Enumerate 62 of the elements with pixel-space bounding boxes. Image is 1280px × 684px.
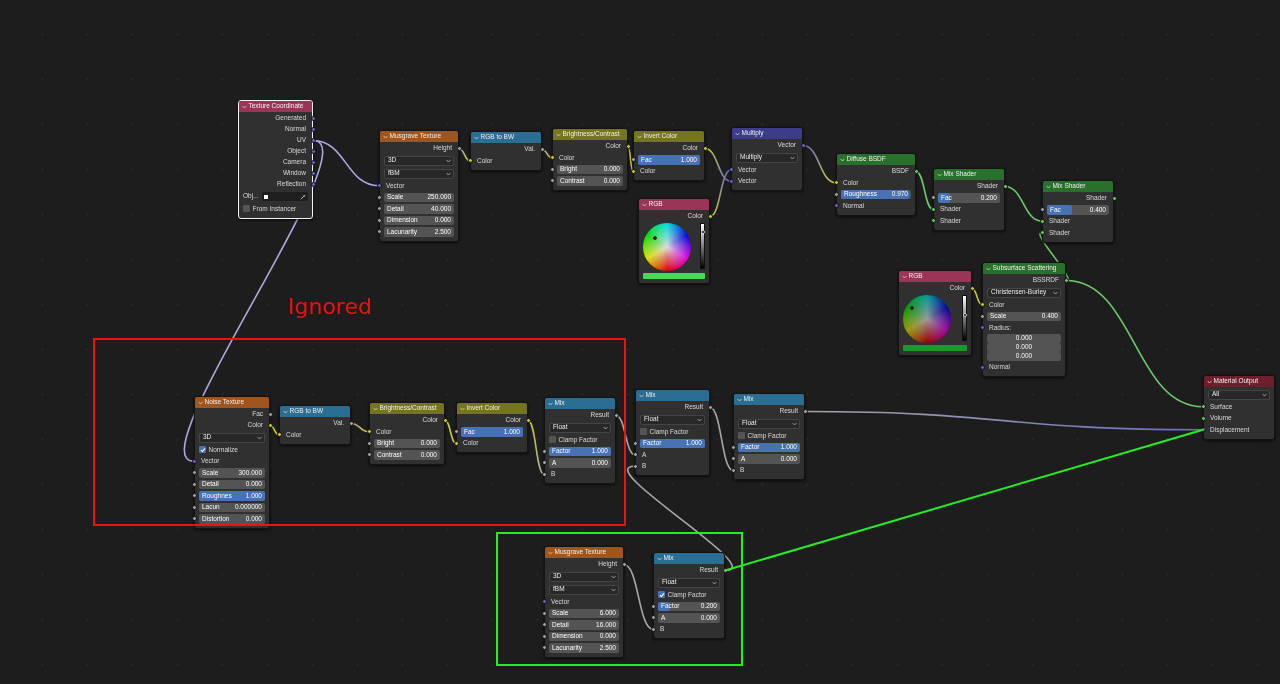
checkbox[interactable] [640,428,647,436]
color-swatch[interactable] [903,345,967,351]
color-wheel[interactable] [903,295,951,343]
chevron-icon [611,587,616,592]
chevron-icon[interactable] [734,131,740,136]
socket-icon[interactable] [467,158,473,164]
socket-icon[interactable] [913,169,919,174]
square-icon [263,194,268,199]
eyedropper-icon[interactable] [300,193,306,200]
checkbox[interactable] [243,205,250,213]
socket-icon[interactable] [613,413,619,418]
chevron-icon [611,574,616,579]
node-wire [527,419,545,476]
chevron-icon [712,580,717,585]
chevron-icon [257,435,262,440]
socket-icon[interactable] [625,144,631,149]
color-wheel[interactable] [643,223,691,271]
chevron-icon[interactable] [241,104,247,109]
annotation-text: Ignored [288,295,372,320]
chevron-icon [697,417,702,422]
socket-icon[interactable] [525,418,531,423]
socket-icon[interactable] [802,409,808,414]
node-wire [709,168,732,218]
node-wire [971,287,983,306]
marker-icon[interactable] [652,235,657,240]
checkbox[interactable] [658,591,665,599]
slider-handle[interactable] [963,312,967,317]
object-field[interactable] [261,191,308,202]
chevron-icon [446,158,451,163]
socket-icon[interactable] [702,146,708,151]
node-wire [915,170,934,211]
socket-icon[interactable] [348,421,354,426]
chevron-icon [792,421,797,426]
socket-icon[interactable] [621,562,627,567]
socket-icon[interactable] [722,568,728,573]
node-wire [444,419,457,445]
chevron-icon [446,171,451,176]
value-slider[interactable] [700,223,705,269]
socket-icon[interactable] [1111,196,1117,201]
chevron-icon[interactable] [1206,379,1212,384]
checkbox[interactable] [549,436,556,444]
socket-icon[interactable] [707,214,713,219]
socket-icon[interactable] [1063,278,1069,283]
slider-handle[interactable] [701,229,705,234]
check-icon [658,591,665,598]
color-swatch[interactable] [643,273,705,279]
node-wire [615,414,636,456]
chevron-icon [1053,290,1058,295]
socket-icon[interactable] [1002,184,1008,189]
chevron-icon[interactable] [901,274,907,279]
marker-icon[interactable] [910,305,915,310]
check-icon [199,446,206,453]
chevron-icon [790,155,795,160]
checkbox[interactable] [738,432,745,440]
chevron-icon[interactable] [641,202,647,207]
chevron-icon [1262,392,1267,397]
checkbox[interactable] [199,446,206,454]
value-slider[interactable] [962,295,967,341]
socket-icon[interactable] [707,405,713,410]
chevron-icon [603,425,608,430]
socket-icon[interactable] [456,146,462,151]
socket-icon[interactable] [969,286,975,291]
